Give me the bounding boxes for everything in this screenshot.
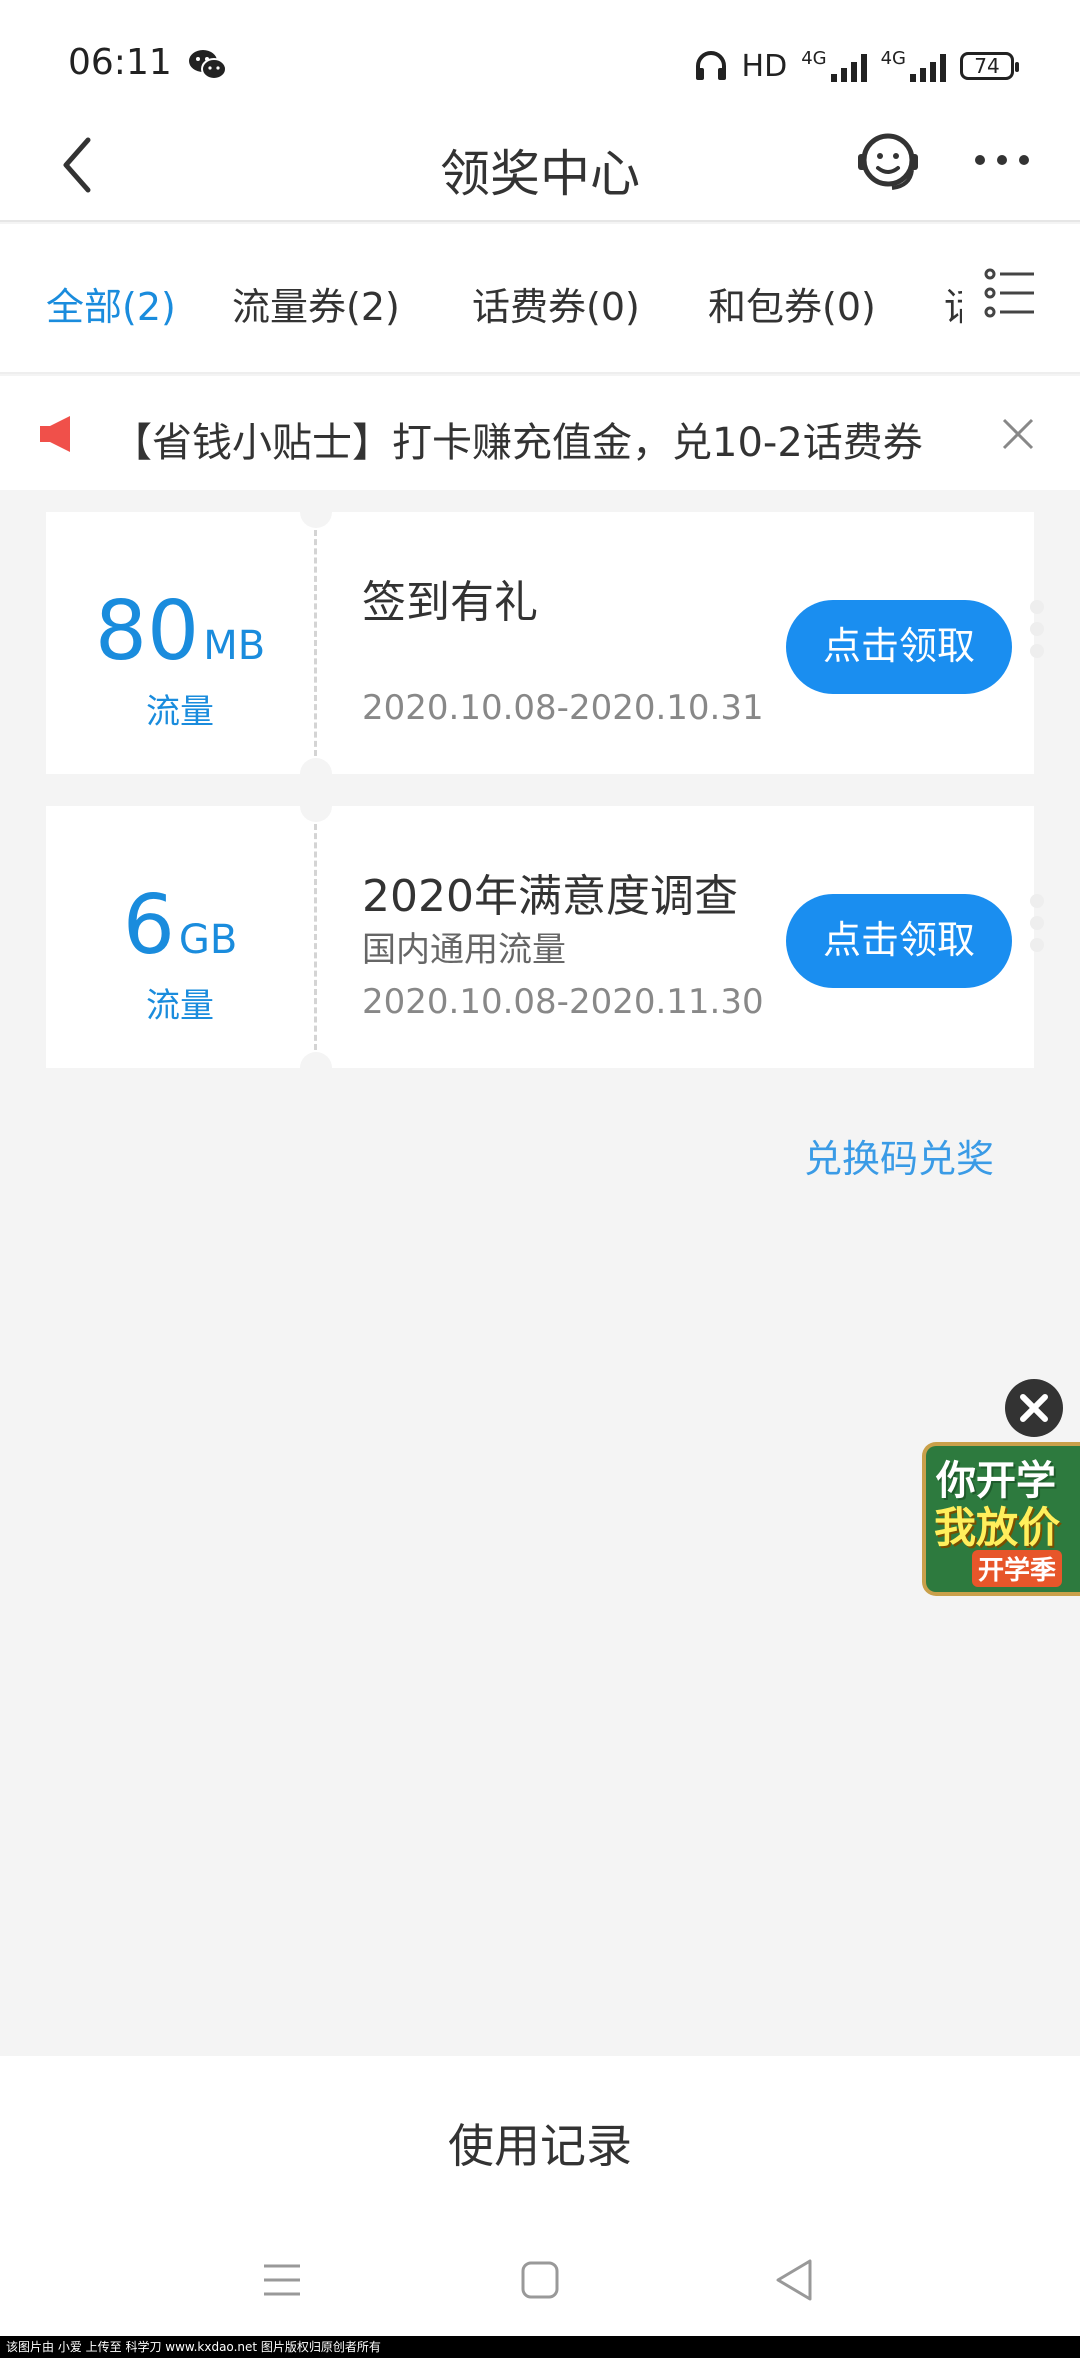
coupon-title: 2020年满意度调查: [362, 871, 738, 922]
coupon-type: 流量: [146, 986, 214, 1026]
coupon-divider: [314, 530, 317, 756]
more-icon[interactable]: [972, 150, 1032, 170]
tab-hebao-coupons[interactable]: 和包券(0): [708, 276, 876, 331]
coupon-amount: 6: [122, 878, 175, 973]
customer-service-icon[interactable]: [852, 124, 924, 196]
wechat-icon: [189, 50, 227, 80]
hd-label: HD: [741, 48, 788, 84]
claim-button[interactable]: 点击领取: [786, 600, 1012, 694]
filter-list-icon[interactable]: [984, 268, 1036, 318]
status-time: 06:11: [68, 42, 172, 83]
coupon-unit: GB: [178, 917, 238, 963]
watermark-text: 该图片由 小爱 上传至 科学刀 www.kxdao.net 图片版权归原创者所有: [0, 2336, 1080, 2358]
coupon-divider: [314, 824, 317, 1050]
system-nav-bar: [0, 2240, 1080, 2320]
coupon-value: 80 MB 流量: [46, 512, 314, 774]
notice-text: 【省钱小贴士】打卡赚充值金，兑10-2话费券: [112, 420, 923, 466]
category-tabs: 全部(2) 流量券(2) 话费券(0) 和包券(0) 话: [0, 224, 1080, 374]
tab-phone-fee-coupons[interactable]: 话费券(0): [472, 276, 640, 331]
promo-ad-banner[interactable]: 你开学 我放价 开学季: [922, 1442, 1080, 1596]
header-bar: 领奖中心: [0, 120, 1080, 222]
signal-2-icon: 4G: [881, 50, 946, 82]
coupon-title: 签到有礼: [362, 577, 538, 628]
coupon-card: 80 MB 流量 签到有礼 2020.10.08-2020.10.31 点击领取: [46, 496, 1044, 790]
speaker-icon: [40, 416, 70, 452]
signal-1-icon: 4G: [801, 50, 867, 82]
home-icon[interactable]: [520, 2260, 560, 2300]
coupon-value: 6 GB 流量: [46, 806, 314, 1068]
coupon-subtitle: 国内通用流量: [362, 930, 566, 970]
coupon-card: 6 GB 流量 2020年满意度调查 国内通用流量 2020.10.08-2020…: [46, 790, 1044, 1084]
headphones-icon: [695, 51, 726, 80]
recent-apps-icon[interactable]: [262, 2262, 302, 2298]
battery-icon: 74: [960, 52, 1019, 80]
notice-banner: 【省钱小贴士】打卡赚充值金，兑10-2话费券: [0, 376, 1080, 490]
system-back-icon[interactable]: [774, 2258, 814, 2302]
tab-overflow[interactable]: 话: [944, 264, 962, 324]
coupon-unit: MB: [203, 623, 266, 669]
coupon-date: 2020.10.08-2020.11.30: [362, 982, 764, 1022]
ad-line-3: 开学季: [972, 1550, 1063, 1587]
tab-data-coupons[interactable]: 流量券(2): [232, 276, 400, 331]
status-indicators: HD 4G 4G 74: [694, 46, 1019, 86]
coupon-type: 流量: [146, 692, 214, 732]
claim-button[interactable]: 点击领取: [786, 894, 1012, 988]
ad-close-icon[interactable]: [1004, 1378, 1064, 1438]
tab-all[interactable]: 全部(2): [46, 276, 176, 331]
bottom-bar: 使用记录: [0, 2056, 1080, 2358]
close-icon[interactable]: [1000, 416, 1036, 452]
coupon-date: 2020.10.08-2020.10.31: [362, 688, 764, 728]
redeem-code-link[interactable]: 兑换码兑奖: [804, 1128, 994, 1183]
coupon-amount: 80: [94, 584, 200, 679]
ad-line-2: 我放价: [934, 1503, 1061, 1552]
usage-record-button[interactable]: 使用记录: [0, 2110, 1080, 2176]
status-bar: 06:11 HD 4G 4G 74: [0, 0, 1080, 120]
